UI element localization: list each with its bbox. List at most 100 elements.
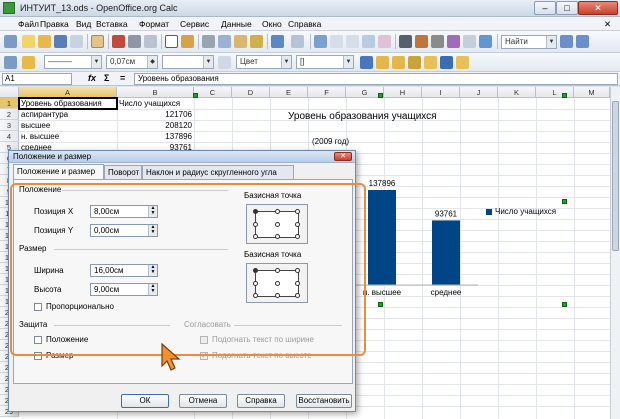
arrange-icon[interactable] <box>424 56 437 69</box>
row-header[interactable]: 1 <box>0 98 19 109</box>
area-fill-dropdown-icon[interactable]: ▼ <box>343 56 353 68</box>
tab-slant-corner[interactable]: Наклон и радиус скругленного угла <box>142 165 294 179</box>
cell-a2[interactable]: аспирантура <box>21 109 117 120</box>
x-tick-label: н. высшее <box>363 288 402 297</box>
sort-desc-icon[interactable] <box>346 35 359 48</box>
menu-insert[interactable]: Вставка <box>96 19 128 29</box>
reset-button[interactable]: Восстановить <box>296 394 352 408</box>
zoom-icon[interactable] <box>463 35 476 48</box>
tab-position-size[interactable]: Положение и размер <box>13 164 104 179</box>
save-icon[interactable] <box>54 35 67 48</box>
ok-button[interactable]: ОК <box>121 394 169 408</box>
row-header[interactable]: 4 <box>0 131 19 142</box>
cell-b2[interactable]: 121706 <box>117 109 192 120</box>
area-style-dropdown-icon[interactable]: ▼ <box>281 56 291 68</box>
new-icon[interactable] <box>22 35 35 48</box>
column-header[interactable]: A <box>19 87 117 98</box>
cell-b1[interactable]: Число учащихся <box>119 98 195 109</box>
menu-window[interactable]: Окно <box>262 19 282 29</box>
cell-a3[interactable]: высшее <box>21 120 117 131</box>
x-tick-label: среднее <box>431 288 462 297</box>
group-icon[interactable] <box>456 56 469 69</box>
cell-a4[interactable]: н. высшее <box>21 131 117 142</box>
line-style-select[interactable]: ——— ▼ <box>44 55 102 69</box>
tab-rotation[interactable]: Поворот <box>104 165 142 179</box>
anchor-icon[interactable] <box>408 56 421 69</box>
line-width-spin-icon[interactable]: ◆ <box>147 56 157 68</box>
rotate-icon[interactable] <box>360 56 373 69</box>
cell-b4[interactable]: 137896 <box>117 131 192 142</box>
menu-help[interactable]: Справка <box>288 19 321 29</box>
toolbar-options-icon[interactable] <box>4 35 17 48</box>
navigator-icon[interactable] <box>415 35 428 48</box>
row-header[interactable]: 3 <box>0 120 19 131</box>
send-to-back-icon[interactable] <box>392 56 405 69</box>
area-fill-select[interactable]: [] ▼ <box>296 55 354 69</box>
bring-to-front-icon[interactable] <box>376 56 389 69</box>
gallery-icon[interactable] <box>431 35 444 48</box>
pdf-export-icon[interactable] <box>112 35 125 48</box>
line-color-dropdown-icon[interactable]: ▼ <box>203 56 213 68</box>
menu-format[interactable]: Формат <box>139 19 169 29</box>
format-paintbrush-icon[interactable] <box>250 35 263 48</box>
dialog-close-button[interactable]: ✕ <box>334 152 352 161</box>
copy-icon[interactable] <box>218 35 231 48</box>
open-icon[interactable] <box>38 35 51 48</box>
formula-icon[interactable]: = <box>120 73 125 83</box>
maximize-button[interactable]: □ <box>556 1 578 15</box>
close-window-button[interactable]: ✕ <box>578 1 618 15</box>
cancel-button[interactable]: Отмена <box>179 394 227 408</box>
formula-bar: A1 fx Σ = Уровень образования <box>0 72 620 86</box>
find-previous-icon[interactable] <box>576 35 589 48</box>
undo-icon[interactable] <box>271 35 284 48</box>
line-style-dropdown-icon[interactable]: ▼ <box>91 56 101 68</box>
find-dropdown-icon[interactable]: ▼ <box>546 36 556 48</box>
help-button[interactable]: Справка <box>237 394 285 408</box>
line-width-spin[interactable]: 0,07см ◆ <box>106 55 158 69</box>
formula-input[interactable]: Уровень образования <box>134 73 618 85</box>
find-input[interactable]: Найти ▼ <box>501 35 557 49</box>
sum-icon[interactable]: Σ <box>104 73 109 83</box>
cell-a1[interactable]: Уровень образования <box>18 97 118 110</box>
line-icon[interactable] <box>22 56 35 69</box>
line-color-select[interactable]: ▼ <box>162 55 214 69</box>
menu-tools[interactable]: Сервис <box>180 19 209 29</box>
help-icon[interactable] <box>479 35 492 48</box>
draw-functions-icon[interactable] <box>378 35 391 48</box>
menu-data[interactable]: Данные <box>221 19 252 29</box>
cell-b3[interactable]: 208120 <box>117 120 192 131</box>
menu-file[interactable]: Файл <box>18 19 39 29</box>
print-preview-icon[interactable] <box>144 35 157 48</box>
area-icon[interactable] <box>218 56 231 69</box>
chart-legend: Число учащихся <box>486 207 556 216</box>
name-box[interactable]: A1 <box>2 73 72 85</box>
menu-edit[interactable]: Правка <box>40 19 69 29</box>
data-sources-icon[interactable] <box>447 35 460 48</box>
cut-icon[interactable] <box>202 35 215 48</box>
close-document-icon[interactable]: ✕ <box>604 19 611 30</box>
redo-icon[interactable] <box>291 35 304 48</box>
print-icon[interactable] <box>128 35 141 48</box>
align-icon[interactable] <box>440 56 453 69</box>
column-header[interactable]: M <box>574 87 610 98</box>
select-all-corner[interactable] <box>0 87 19 98</box>
edit-file-icon[interactable] <box>91 35 104 48</box>
scrollbar-thumb[interactable] <box>612 101 619 251</box>
email-icon[interactable] <box>70 35 83 48</box>
row-header[interactable]: 2 <box>0 109 19 120</box>
vertical-scrollbar[interactable] <box>610 87 620 419</box>
minimize-button[interactable]: – <box>534 1 556 15</box>
function-wizard-icon[interactable]: fx <box>88 73 96 83</box>
paste-icon[interactable] <box>234 35 247 48</box>
find-next-icon[interactable] <box>560 35 573 48</box>
area-style-select[interactable]: Цвет ▼ <box>236 55 292 69</box>
find-replace-icon[interactable] <box>399 35 412 48</box>
chart-icon[interactable] <box>362 35 375 48</box>
column-header[interactable]: B <box>117 87 194 98</box>
spellcheck-icon[interactable] <box>165 35 178 48</box>
menu-view[interactable]: Вид <box>76 19 91 29</box>
hyperlink-icon[interactable] <box>314 35 327 48</box>
sort-asc-icon[interactable] <box>330 35 343 48</box>
toolbar2-options-icon[interactable] <box>4 56 17 69</box>
autospell-icon[interactable] <box>181 35 194 48</box>
